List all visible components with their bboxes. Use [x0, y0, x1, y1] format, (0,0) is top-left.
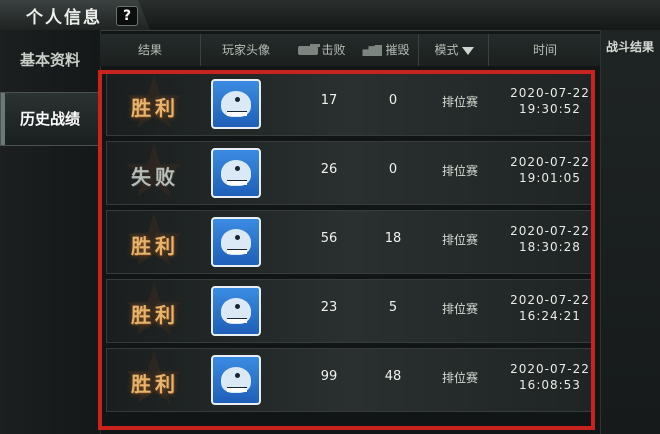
- shark-eye-icon: [235, 373, 240, 378]
- column-time: 时间: [488, 34, 601, 66]
- table-row[interactable]: 胜利 23 5 排位赛 2020-07-22 16:24:21: [106, 279, 594, 343]
- clock-text: 16:08:53: [519, 378, 581, 392]
- player-avatar[interactable]: [211, 79, 261, 129]
- result-label: 失败: [131, 165, 179, 189]
- clock-text: 16:24:21: [519, 309, 581, 323]
- kills-value: 23: [320, 300, 338, 315]
- mode-value: 排位赛: [441, 371, 478, 385]
- table-header: 结果 玩家头像 击败 摧毁 模式 时间: [100, 34, 600, 66]
- shark-eye-icon: [235, 304, 240, 309]
- time-value: 2020-07-22 16:08:53: [495, 361, 605, 393]
- sidebar-item-basic-info[interactable]: 基本资料: [0, 34, 100, 86]
- title-bar: 个人信息 ?: [0, 0, 660, 31]
- date-text: 2020-07-22: [510, 362, 590, 376]
- battle-result-title: 战斗结果: [606, 40, 655, 54]
- player-avatar[interactable]: [211, 148, 261, 198]
- column-result: 结果: [137, 43, 162, 57]
- column-mode[interactable]: 模式: [418, 34, 489, 66]
- kills-value: 17: [320, 93, 338, 108]
- kills-value: 99: [320, 369, 338, 384]
- shark-teeth-icon: [227, 111, 247, 116]
- player-avatar[interactable]: [211, 286, 261, 336]
- destroy-value: 5: [388, 300, 398, 315]
- shark-teeth-icon: [227, 180, 247, 185]
- player-avatar[interactable]: [211, 355, 261, 405]
- result-label: 胜利: [131, 303, 179, 327]
- date-text: 2020-07-22: [510, 86, 590, 100]
- shark-teeth-icon: [227, 318, 247, 323]
- clock-text: 19:30:52: [519, 102, 581, 116]
- destroy-value: 0: [388, 93, 398, 108]
- destroy-value: 18: [384, 231, 402, 246]
- table-row[interactable]: 胜利 17 0 排位赛 2020-07-22 19:30:52: [106, 72, 594, 136]
- page-title: 个人信息: [26, 8, 102, 28]
- date-text: 2020-07-22: [510, 293, 590, 307]
- history-list: 胜利 17 0 排位赛 2020-07-22 19:30:52 失败 26 0 …: [100, 72, 600, 434]
- mode-value: 排位赛: [441, 95, 478, 109]
- kills-value: 26: [320, 162, 338, 177]
- mode-value: 排位赛: [441, 233, 478, 247]
- column-kills-label: 击败: [321, 43, 346, 57]
- help-icon[interactable]: ?: [116, 6, 138, 26]
- clock-text: 18:30:28: [519, 240, 581, 254]
- sidebar-item-history[interactable]: 历史战绩: [0, 92, 100, 146]
- date-text: 2020-07-22: [510, 224, 590, 238]
- sidebar: 基本资料 历史战绩: [0, 30, 101, 434]
- table-row[interactable]: 胜利 99 48 排位赛 2020-07-22 16:08:53: [106, 348, 594, 412]
- time-value: 2020-07-22 19:01:05: [495, 154, 605, 186]
- clock-text: 19:01:05: [519, 171, 581, 185]
- mode-value: 排位赛: [441, 164, 478, 178]
- destroy-value: 48: [384, 369, 402, 384]
- shark-teeth-icon: [227, 249, 247, 254]
- shark-eye-icon: [235, 166, 240, 171]
- time-value: 2020-07-22 16:24:21: [495, 292, 605, 324]
- result-label: 胜利: [131, 234, 179, 258]
- battle-result-panel: 战斗结果: [600, 30, 660, 434]
- result-label: 胜利: [131, 372, 179, 396]
- table-row[interactable]: 胜利 56 18 排位赛 2020-07-22 18:30:28: [106, 210, 594, 274]
- column-kills: 击败: [290, 34, 354, 66]
- time-value: 2020-07-22 19:30:52: [495, 85, 605, 117]
- shark-eye-icon: [235, 97, 240, 102]
- shark-eye-icon: [235, 235, 240, 240]
- column-destroy: 摧毁: [354, 34, 418, 66]
- table-row[interactable]: 失败 26 0 排位赛 2020-07-22 19:01:05: [106, 141, 594, 205]
- shark-teeth-icon: [227, 387, 247, 392]
- date-text: 2020-07-22: [510, 155, 590, 169]
- mode-value: 排位赛: [441, 302, 478, 316]
- tank-icon: [298, 44, 321, 55]
- dropdown-triangle-icon[interactable]: [461, 46, 474, 55]
- destroy-value: 0: [388, 162, 398, 177]
- player-avatar[interactable]: [211, 217, 261, 267]
- time-value: 2020-07-22 18:30:28: [495, 223, 605, 255]
- column-mode-label: 模式: [434, 43, 459, 57]
- column-avatar: 玩家头像: [200, 34, 291, 66]
- building-icon: [362, 45, 383, 56]
- result-label: 胜利: [131, 96, 179, 120]
- kills-value: 56: [320, 231, 338, 246]
- column-destroy-label: 摧毁: [385, 43, 410, 57]
